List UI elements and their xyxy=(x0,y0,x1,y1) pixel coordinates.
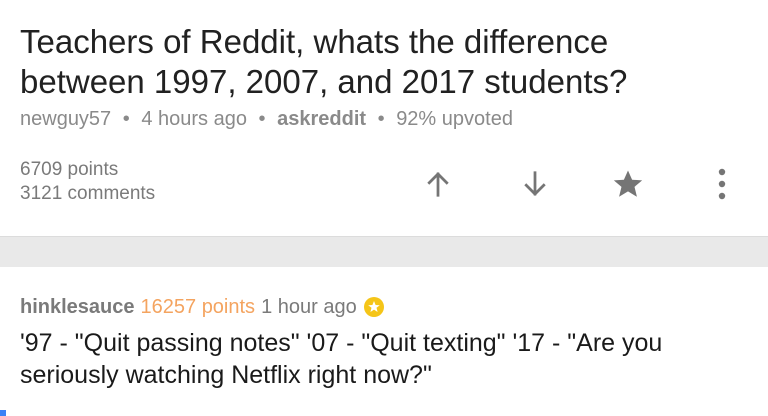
more-options-button[interactable] xyxy=(700,162,744,206)
arrow-down-icon xyxy=(524,171,546,196)
section-divider xyxy=(0,236,768,268)
post-subreddit[interactable]: askreddit xyxy=(277,108,366,130)
gold-star-badge-icon xyxy=(363,296,385,318)
comment-card: hinklesauce 16257 points 1 hour ago '97 … xyxy=(0,267,768,416)
comment-time: 1 hour ago xyxy=(261,296,357,318)
arrow-up-icon xyxy=(427,172,449,197)
bottom-accent-marker xyxy=(0,410,6,416)
comment-body: '97 - "Quit passing notes" '07 - "Quit t… xyxy=(20,329,663,389)
post-author[interactable]: newguy57 xyxy=(20,108,111,130)
save-button[interactable] xyxy=(606,162,650,206)
meta-separator: • xyxy=(377,108,385,130)
comment-points: 16257 points xyxy=(140,296,256,318)
post-actions xyxy=(0,162,768,206)
more-vertical-icon xyxy=(718,168,726,200)
comment-meta: hinklesauce 16257 points 1 hour ago xyxy=(20,294,385,320)
upvote-button[interactable] xyxy=(416,162,460,206)
post-upvoted: 92% upvoted xyxy=(396,108,513,130)
post-meta: newguy57 • 4 hours ago • askreddit • 92%… xyxy=(20,106,513,132)
meta-separator: • xyxy=(258,108,266,130)
post-title[interactable]: Teachers of Reddit, whats the difference… xyxy=(20,22,740,102)
star-icon xyxy=(613,170,643,197)
post-time: 4 hours ago xyxy=(141,108,247,130)
meta-separator: • xyxy=(122,108,130,130)
comment-author[interactable]: hinklesauce xyxy=(20,294,135,320)
post-card: Teachers of Reddit, whats the difference… xyxy=(0,0,768,236)
downvote-button[interactable] xyxy=(513,162,557,206)
